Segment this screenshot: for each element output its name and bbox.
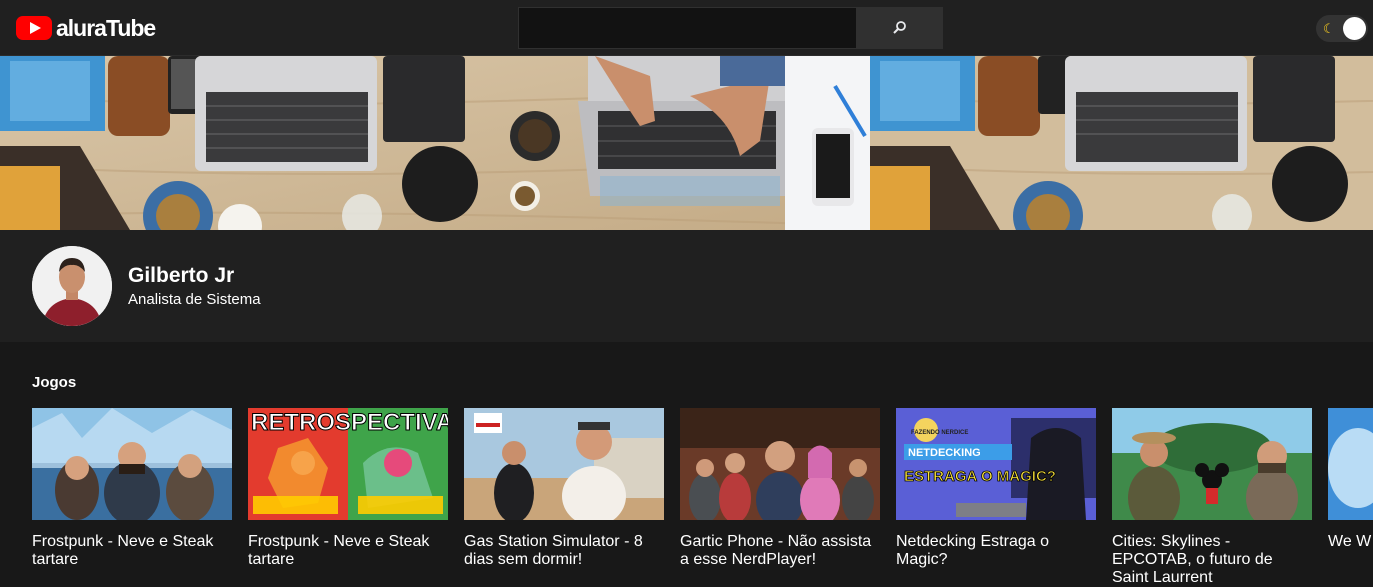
video-title: Gas Station Simulator - 8 dias sem dormi…	[464, 533, 643, 568]
search-input[interactable]	[519, 8, 856, 48]
video-title: We W - Os E Mund	[1328, 533, 1373, 550]
playlist-title: Jogos	[32, 374, 77, 391]
video-thumbnail	[464, 408, 664, 520]
channel-banner	[0, 56, 1373, 230]
svg-text:ESTRAGA O MAGIC?: ESTRAGA O MAGIC?	[904, 468, 1056, 485]
video-thumbnail	[680, 408, 880, 520]
video-card[interactable]: FAZENDO NERDICE NETDECKING ESTRAGA O MAG…	[896, 408, 1096, 569]
video-card[interactable]: RETROSPECTIVA Frostpunk - Neve e Steak t…	[248, 408, 448, 569]
video-thumbnail: FAZENDO NERDICE NETDECKING ESTRAGA O MAG…	[896, 408, 1096, 520]
video-thumbnail	[1112, 408, 1312, 520]
profile-name: Gilberto Jr	[128, 264, 235, 287]
search-button[interactable]	[856, 8, 942, 48]
svg-text:FAZENDO NERDICE: FAZENDO NERDICE	[911, 430, 968, 436]
avatar-photo	[32, 246, 112, 326]
video-title: Frostpunk - Neve e Steak tartare	[32, 533, 214, 568]
video-thumbnail: RETROSPECTIVA	[248, 408, 448, 520]
toggle-knob	[1343, 17, 1366, 40]
svg-text:NETDECKING: NETDECKING	[908, 447, 981, 459]
logo-text: aluraTube	[56, 14, 156, 41]
video-card[interactable]: Frostpunk - Neve e Steak tartare	[32, 408, 232, 569]
video-card[interactable]: We W - Os E Mund	[1328, 408, 1373, 551]
video-title: Cities: Skylines - EPCOTAB, o futuro de …	[1112, 533, 1273, 586]
video-card[interactable]: Cities: Skylines - EPCOTAB, o futuro de …	[1112, 408, 1312, 587]
video-thumbnail	[1328, 408, 1373, 520]
video-title: Netdecking Estraga o Magic?	[896, 533, 1049, 568]
channel-profile: Gilberto Jr Analista de Sistema	[0, 230, 1373, 342]
video-thumbnail	[32, 408, 232, 520]
video-title: Gartic Phone - Não assista a esse NerdPl…	[680, 533, 872, 568]
top-bar: aluraTube ☾	[0, 0, 1373, 56]
magnifier-icon	[893, 21, 906, 34]
moon-icon: ☾	[1323, 21, 1335, 36]
search-bar	[518, 7, 943, 49]
video-carousel: Frostpunk - Neve e Steak tartare RETROSP…	[32, 408, 1373, 587]
alura-tube-logo[interactable]: aluraTube	[16, 13, 156, 43]
video-title: Frostpunk - Neve e Steak tartare	[248, 533, 430, 568]
profile-job-title: Analista de Sistema	[128, 291, 261, 308]
retrospectiva-text: RETROSPECTIVA	[251, 409, 448, 436]
video-card[interactable]: Gas Station Simulator - 8 dias sem dormi…	[464, 408, 664, 569]
avatar[interactable]	[32, 246, 112, 326]
desk-banner-image	[0, 56, 870, 230]
dark-mode-toggle[interactable]: ☾	[1316, 15, 1368, 42]
video-card[interactable]: Gartic Phone - Não assista a esse NerdPl…	[680, 408, 880, 569]
play-logo-icon	[16, 16, 52, 40]
desk-banner-image-repeat	[870, 56, 1373, 230]
